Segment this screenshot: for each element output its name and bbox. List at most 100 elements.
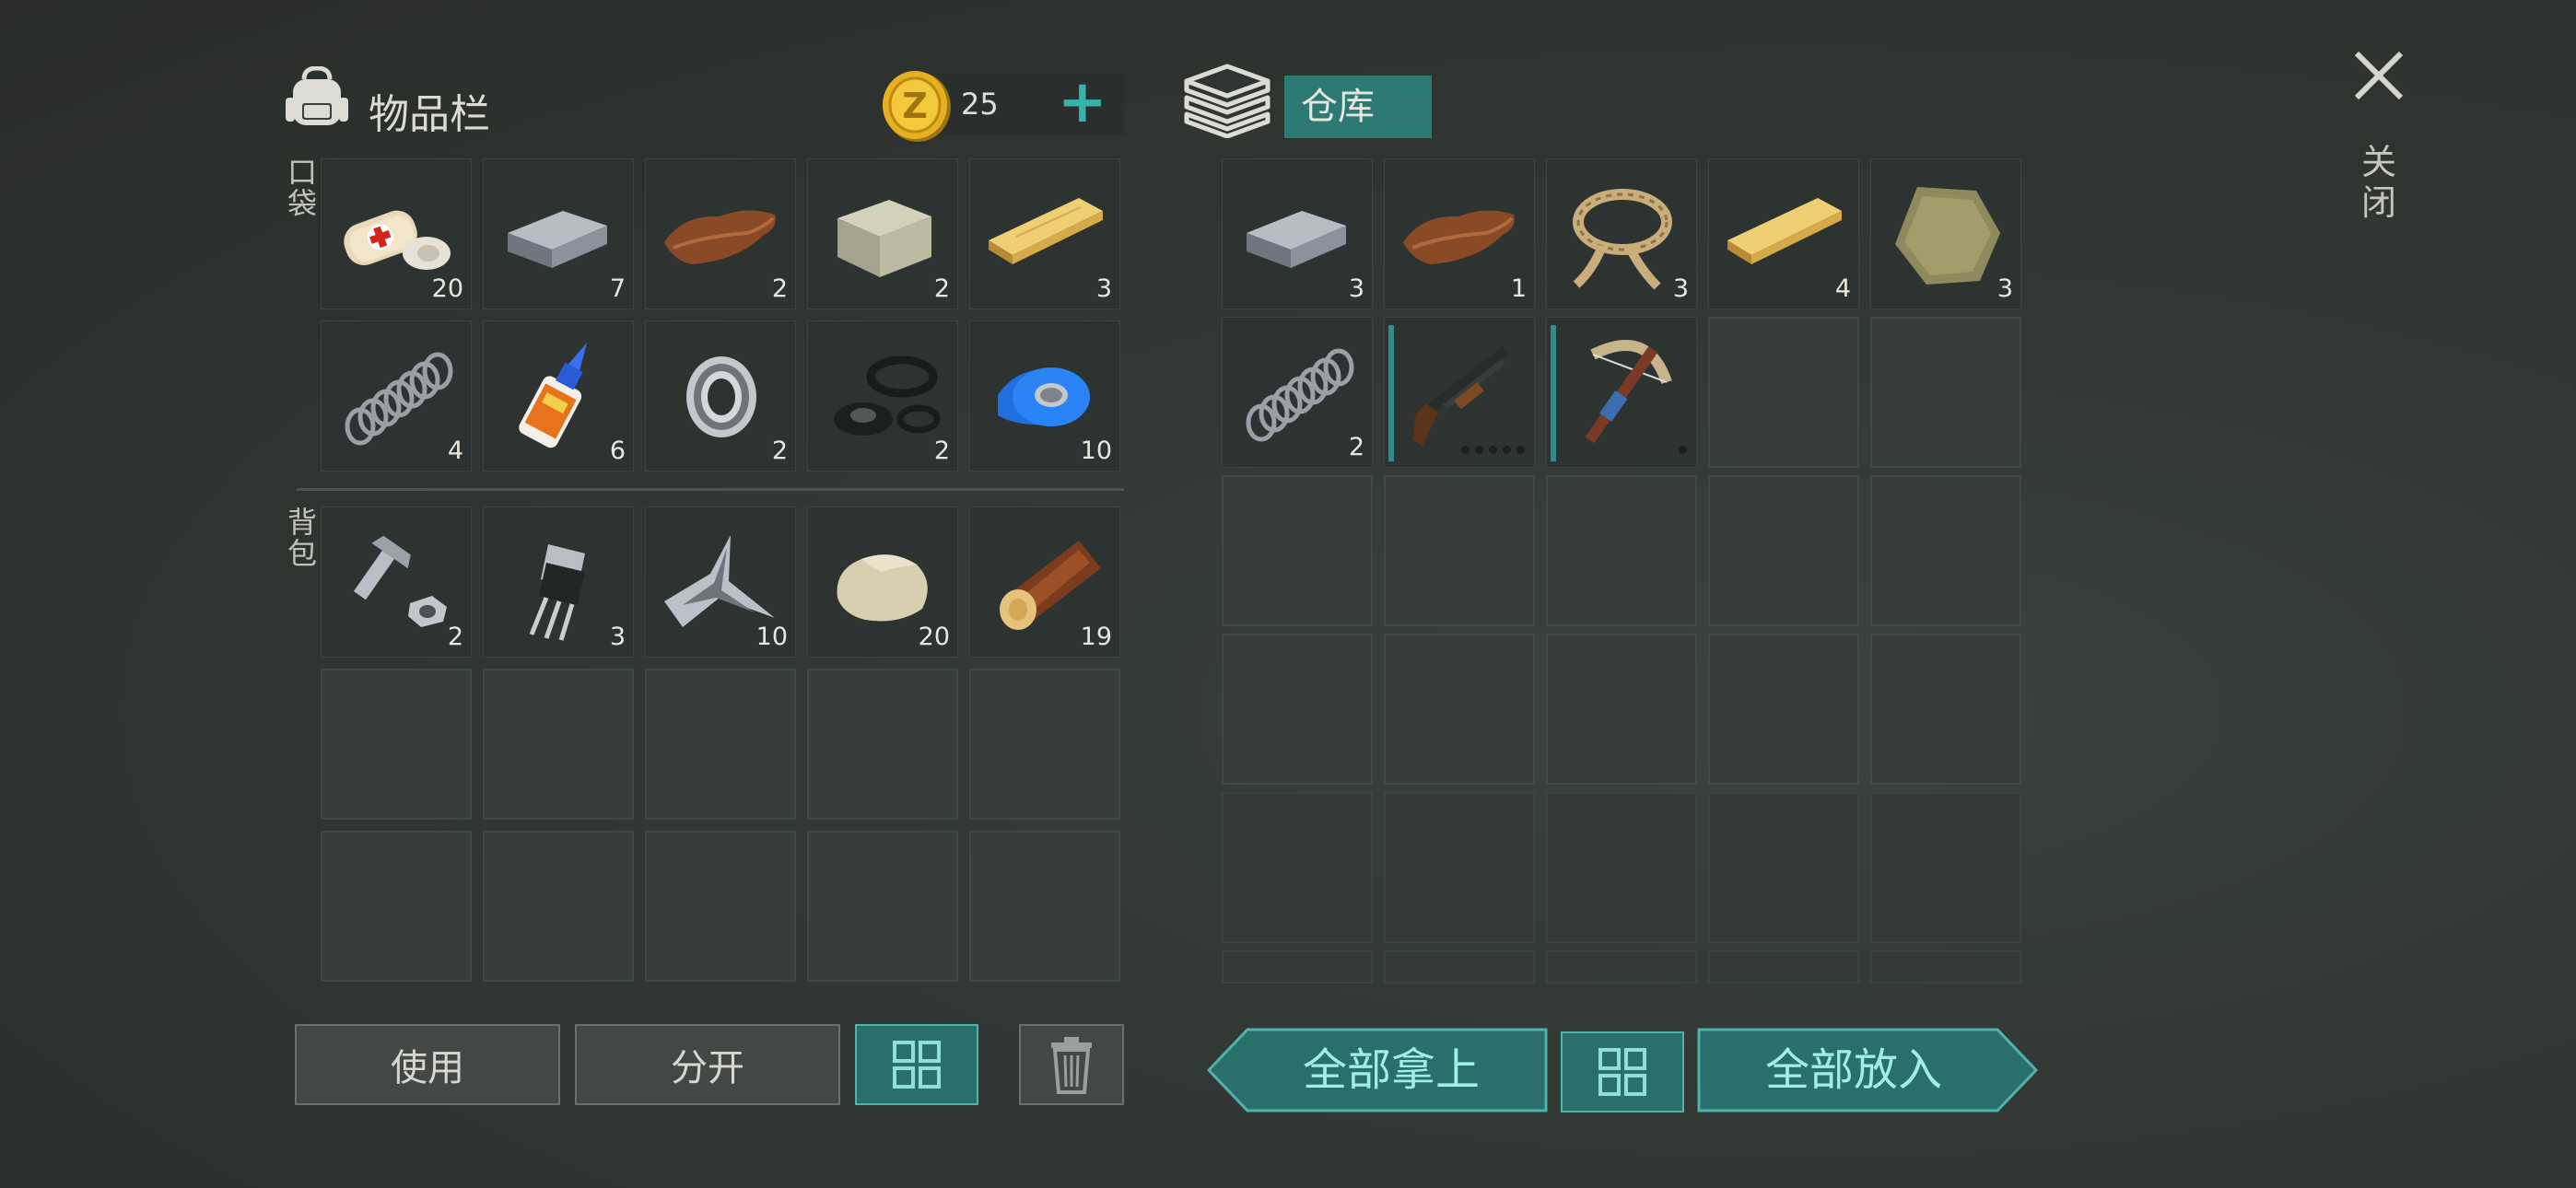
- backpack-slot-scrap-metal[interactable]: 10: [645, 507, 796, 658]
- iron-bar-icon: [1247, 211, 1346, 268]
- storage-slot-rope[interactable]: 3: [1546, 158, 1697, 309]
- close-button[interactable]: 关闭: [2348, 48, 2412, 241]
- storage-empty-slot[interactable]: [1708, 475, 1859, 626]
- inventory-title: 物品栏: [369, 91, 490, 138]
- storage-empty-slot[interactable]: [1222, 792, 1373, 943]
- split-button[interactable]: 分开: [575, 1024, 840, 1105]
- item-count: 6: [609, 437, 626, 465]
- glue-icon: [519, 343, 588, 448]
- backpack-slot-rock[interactable]: 20: [807, 507, 958, 658]
- pocket-slot-bandage[interactable]: 20: [321, 158, 472, 309]
- delete-button[interactable]: [1019, 1024, 1124, 1105]
- storage-empty-slot[interactable]: [1384, 475, 1535, 626]
- storage-empty-slot[interactable]: [1384, 950, 1535, 984]
- storage-slot-leather[interactable]: 1: [1384, 158, 1535, 309]
- pocket-slot-rubber-rings[interactable]: 2: [807, 320, 958, 472]
- grid-sort-icon: [1598, 1048, 1646, 1096]
- storage-empty-slot[interactable]: [1708, 317, 1859, 468]
- storage-empty-slot[interactable]: [1222, 950, 1373, 984]
- storage-empty-slot[interactable]: [1546, 792, 1697, 943]
- storage-empty-slot[interactable]: [1384, 792, 1535, 943]
- put-all-label: 全部放入: [1764, 1044, 1942, 1096]
- storage-empty-slot[interactable]: [1708, 950, 1859, 984]
- svg-text:Z: Z: [902, 86, 928, 126]
- storage-empty-slot[interactable]: [1708, 634, 1859, 785]
- take-all-button[interactable]: 全部拿上: [1206, 1028, 1548, 1112]
- pocket-slot-glue[interactable]: 6: [483, 320, 634, 472]
- item-count: 2: [933, 274, 950, 303]
- coin-icon: Z: [881, 68, 953, 144]
- storage-slot-wood-plank[interactable]: 4: [1708, 158, 1859, 309]
- item-count: 2: [1348, 433, 1364, 461]
- storage-empty-slot[interactable]: [1222, 475, 1373, 626]
- pocket-slot-blue-tape[interactable]: 10: [969, 320, 1120, 472]
- backpack-label: 背包: [287, 505, 317, 571]
- backpack-empty-slot[interactable]: [483, 669, 634, 820]
- leather-icon: [1403, 210, 1515, 264]
- item-count: 2: [447, 623, 463, 651]
- backpack-empty-slot[interactable]: [321, 831, 472, 982]
- storage-empty-slot[interactable]: [1546, 950, 1697, 984]
- item-count: 3: [1095, 274, 1112, 303]
- close-icon: [2354, 51, 2404, 100]
- backpack-empty-slot[interactable]: [645, 831, 796, 982]
- item-count: 19: [1080, 623, 1112, 651]
- pocket-slot-wood-plank[interactable]: 3: [969, 158, 1120, 309]
- backpack-empty-slot[interactable]: [321, 669, 472, 820]
- backpack-empty-slot[interactable]: [807, 831, 958, 982]
- storage-empty-slot[interactable]: [1870, 792, 2021, 943]
- storage-empty-slot[interactable]: [1708, 792, 1859, 943]
- storage-empty-slot[interactable]: [1870, 475, 2021, 626]
- close-label: 关闭: [2360, 142, 2396, 223]
- storage-empty-slot[interactable]: [1870, 634, 2021, 785]
- storage-title: 仓库: [1284, 76, 1432, 138]
- storage-slot-cloth[interactable]: 3: [1870, 158, 2021, 309]
- backpack-empty-slot[interactable]: [483, 831, 634, 982]
- storage-empty-slot[interactable]: [1546, 475, 1697, 626]
- item-count: 3: [609, 623, 626, 651]
- backpack-slot-transistor[interactable]: 3: [483, 507, 634, 658]
- storage-slot-spring[interactable]: 2: [1222, 317, 1373, 468]
- backpack-icon: [284, 65, 350, 131]
- storage-empty-slot[interactable]: [1870, 950, 2021, 984]
- backpack-empty-slot[interactable]: [645, 669, 796, 820]
- backpack-empty-slot[interactable]: [969, 831, 1120, 982]
- item-count: 3: [1348, 274, 1364, 303]
- spring-icon: [345, 352, 453, 446]
- backpack-empty-slot[interactable]: [969, 669, 1120, 820]
- pocket-slot-bearing[interactable]: 2: [645, 320, 796, 472]
- wood-plank-icon: [1727, 198, 1842, 264]
- storage-slot-crossbow[interactable]: [1546, 317, 1697, 468]
- item-count: 2: [771, 274, 788, 303]
- rope-icon: [1573, 189, 1672, 290]
- storage-empty-slot[interactable]: [1384, 634, 1535, 785]
- pocket-slot-leather[interactable]: 2: [645, 158, 796, 309]
- storage-empty-slot[interactable]: [1546, 634, 1697, 785]
- wood-plank-icon: [989, 198, 1103, 264]
- rubber-rings-icon: [834, 355, 941, 436]
- item-count: 10: [755, 623, 788, 651]
- crossbow-icon: [1585, 340, 1672, 444]
- sort-storage-button[interactable]: [1561, 1031, 1684, 1112]
- sort-inventory-button[interactable]: [855, 1024, 978, 1105]
- use-button[interactable]: 使用: [295, 1024, 560, 1105]
- backpack-empty-slot[interactable]: [807, 669, 958, 820]
- backpack-slot-log[interactable]: 19: [969, 507, 1120, 658]
- storage-slot-shotgun[interactable]: [1384, 317, 1535, 468]
- iron-bar-icon: [508, 211, 607, 268]
- pocket-label: 口袋: [287, 155, 317, 221]
- pocket-slot-stone-block[interactable]: 2: [807, 158, 958, 309]
- add-currency-button[interactable]: +: [1058, 66, 1107, 138]
- storage-empty-slot[interactable]: [1222, 634, 1373, 785]
- section-divider: [297, 488, 1124, 491]
- pocket-slot-spring[interactable]: 4: [321, 320, 472, 472]
- storage-slot-iron-bar[interactable]: 3: [1222, 158, 1373, 309]
- storage-empty-slot[interactable]: [1870, 317, 2021, 468]
- backpack-slot-bolt-nut[interactable]: 2: [321, 507, 472, 658]
- shotgun-icon: [1412, 345, 1509, 447]
- item-count: 2: [771, 437, 788, 465]
- item-count: 1: [1510, 274, 1527, 303]
- spring-icon: [1246, 348, 1354, 442]
- pocket-slot-iron-bar[interactable]: 7: [483, 158, 634, 309]
- put-all-button[interactable]: 全部放入: [1697, 1028, 2039, 1112]
